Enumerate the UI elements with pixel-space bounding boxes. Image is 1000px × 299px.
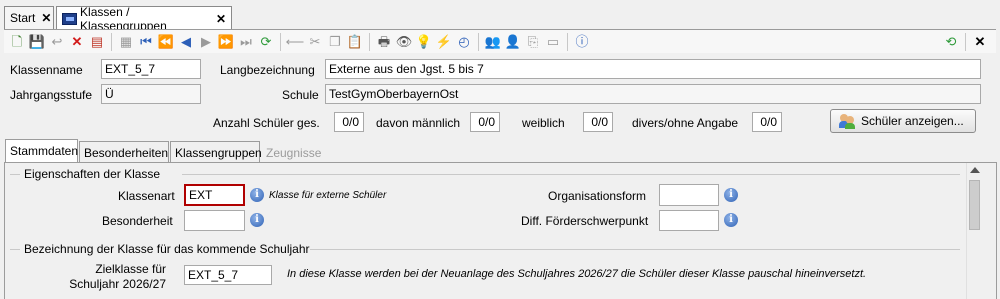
tab-klassengruppen[interactable]: Klassengruppen [170,141,262,163]
besonderheit-label: Besonderheit [102,214,173,228]
last-record-icon[interactable]: ⏭ [236,32,256,52]
tab-zeugnisse: Zeugnisse [266,146,322,160]
save-icon[interactable]: 💾 [27,32,47,52]
kommendes-title: Bezeichnung der Klasse für das kommende … [24,242,310,256]
new-icon[interactable]: 🗋 [7,32,27,52]
klassenname-label: Klassenname [10,63,83,77]
klassenart-hint: Klasse für externe Schüler [269,190,387,201]
copy-icon[interactable]: ❐ [325,32,345,52]
undo-icon[interactable]: ↩ [47,32,67,52]
maennlich-value: 0/0 [470,112,500,132]
klassenart-field[interactable]: EXT [184,184,245,206]
anzahl-value: 0/0 [334,112,364,132]
anzahl-label: Anzahl Schüler ges. [213,116,320,130]
divers-value: 0/0 [752,112,782,132]
foerderschwerpunkt-field[interactable] [659,210,719,231]
group-divider [10,249,20,250]
students-icon [839,113,855,129]
arrow-left-icon[interactable]: ⟵ [285,32,305,52]
first-record-icon[interactable]: ⏮ [136,32,156,52]
organisationsform-label: Organisationsform [548,189,647,203]
tab-stammdaten[interactable]: Stammdaten [5,139,78,163]
close-icon[interactable]: ✕ [216,12,226,26]
langbezeichnung-field[interactable]: Externe aus den Jgst. 5 bis 7 [325,59,981,79]
maennlich-label: davon männlich [376,116,461,130]
group-icon[interactable]: 👥 [483,32,503,52]
cut-icon[interactable]: ✂ [305,32,325,52]
scroll-thumb[interactable] [969,180,980,230]
tab-besonderheiten[interactable]: Besonderheiten [79,141,169,163]
group-divider [310,249,960,250]
clock-icon[interactable]: ◴ [454,32,474,52]
klassenname-field[interactable]: EXT_5_7 [101,59,201,79]
toolbar-separator [478,32,479,51]
tab-start-label: Start [10,11,36,25]
zielklasse-hint: In diese Klasse werden bei der Neuanlage… [287,268,867,280]
next-record-icon[interactable]: ▶ [196,32,216,52]
jahrgangsstufe-field[interactable]: Ü [101,84,201,104]
toolbar-separator [280,32,281,51]
print-icon[interactable]: 🖶 [374,32,394,52]
toolbar-separator [369,32,370,51]
schule-field[interactable]: TestGymOberbayernOst [325,84,981,104]
zielklasse-label-line2: Schuljahr 2026/27 [69,277,166,291]
besonderheit-field[interactable] [184,210,245,231]
zielklasse-field[interactable]: EXT_5_7 [184,265,272,285]
next-page-icon[interactable]: ⏩ [216,32,236,52]
switch-window-icon[interactable]: ⟲ [941,32,961,52]
organisationsform-field[interactable] [659,184,719,206]
wand-icon[interactable]: ⚡ [434,32,454,52]
paste-icon[interactable]: 📋 [345,32,365,52]
foerderschwerpunkt-label: Diff. Förderschwerpunkt [521,214,649,228]
langbezeichnung-label: Langbezeichnung [220,63,315,77]
toolbar-separator [965,32,966,51]
prev-record-icon[interactable]: ◀ [176,32,196,52]
scroll-up-icon[interactable] [970,167,980,173]
eigenschaften-title: Eigenschaften der Klasse [24,167,161,181]
toolbar: 🗋 💾 ↩ ✕ ▤ ▦ ⏮ ⏪ ◀ ▶ ⏩ ⏭ ⟳ ⟵ ✂ ❐ 📋 🖶 👁 💡 … [4,29,996,53]
tab-start[interactable]: Start ✕ [4,6,54,29]
preview-icon[interactable]: 👁 [394,32,414,52]
klassenart-label: Klassenart [118,189,175,203]
export-icon[interactable]: ⎘ [523,32,543,52]
prev-page-icon[interactable]: ⏪ [156,32,176,52]
group-divider [182,174,960,175]
cancel-edit-icon[interactable]: ▤ [87,32,107,52]
chat-icon[interactable]: ▭ [543,32,563,52]
close-window-icon[interactable]: ✕ [970,32,990,52]
users-icon[interactable]: 👤 [503,32,523,52]
refresh-icon[interactable]: ⟳ [256,32,276,52]
help-icon[interactable]: ⓘ [572,32,592,52]
weiblich-label: weiblich [522,116,565,130]
close-icon[interactable]: ✕ [41,11,51,25]
schueler-anzeigen-button[interactable]: Schüler anzeigen... [830,109,976,133]
klassenart-info-icon[interactable]: i [250,188,264,202]
jahrgangsstufe-label: Jahrgangsstufe [10,88,93,102]
tab-klassen[interactable]: Klassen / Klassengruppen ✕ [56,5,232,33]
vertical-scrollbar[interactable] [966,163,982,299]
group-divider [10,174,20,175]
class-list-icon [62,12,78,25]
weiblich-value: 0/0 [583,112,613,132]
delete-icon[interactable]: ✕ [67,32,87,52]
toolbar-separator [111,32,112,51]
besonderheit-info-icon[interactable]: i [250,213,264,227]
toolbar-separator [567,32,568,51]
foerderschwerpunkt-info-icon[interactable]: i [724,213,738,227]
organisationsform-info-icon[interactable]: i [724,188,738,202]
zielklasse-label-line1: Zielklasse für [95,262,166,276]
divers-label: divers/ohne Angabe [632,116,739,130]
list-icon[interactable]: ▦ [116,32,136,52]
schueler-anzeigen-label: Schüler anzeigen... [861,114,964,128]
schule-label: Schule [282,88,319,102]
bulb-icon[interactable]: 💡 [414,32,434,52]
